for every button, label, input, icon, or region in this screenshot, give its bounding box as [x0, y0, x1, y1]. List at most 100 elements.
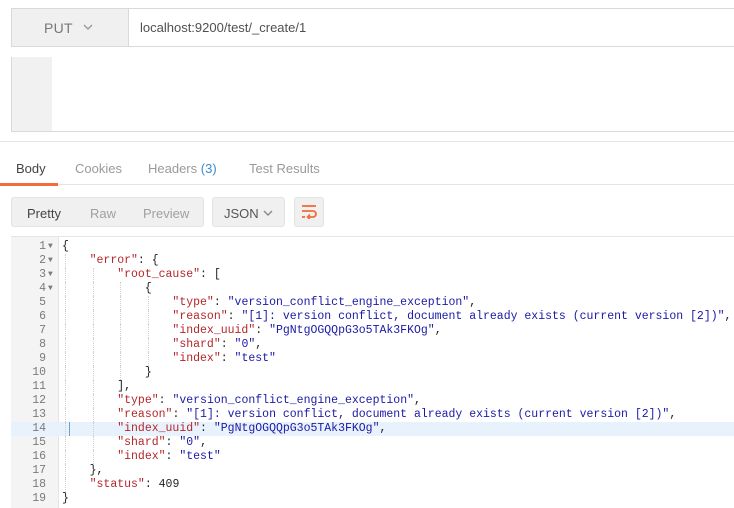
fold-toggle-icon[interactable]: ▼	[48, 240, 53, 254]
indent-guide	[65, 352, 66, 366]
code-text: "shard": "0",	[62, 436, 207, 450]
tab-body-label: Body	[16, 161, 46, 176]
json-punctuation: :	[165, 436, 180, 449]
indent-guide	[65, 436, 66, 450]
indent-guide	[92, 282, 94, 296]
code-text: "type": "version_conflict_engine_excepti…	[62, 296, 476, 310]
indent-guide	[65, 282, 66, 296]
line-number: 13	[32, 408, 46, 421]
tab-cookies[interactable]: Cookies	[75, 161, 122, 176]
line-number: 4	[39, 282, 46, 295]
line-number: 8	[39, 338, 46, 351]
indent-guide	[92, 380, 94, 394]
line-number: 10	[32, 366, 46, 379]
indent-guide	[92, 296, 94, 310]
line-number: 15	[32, 436, 46, 449]
code-line: 14 "index_uuid": "PgNtgOGQQpG3o5TAk3FKOg…	[11, 422, 734, 436]
indent-guide	[92, 436, 94, 450]
indent-guide	[92, 268, 94, 282]
tab-headers-label: Headers	[148, 161, 198, 176]
json-punctuation: :	[144, 478, 159, 491]
headers-count: (3)	[200, 161, 217, 176]
indent-guide	[92, 450, 94, 464]
view-mode-group: Pretty Raw Preview	[11, 197, 204, 227]
tab-test-results[interactable]: Test Results	[249, 161, 320, 176]
indent-guide	[65, 338, 66, 352]
json-key: "reason"	[117, 408, 173, 421]
json-punctuation: : [	[200, 268, 221, 281]
indent-guide	[120, 282, 122, 296]
json-key: "reason"	[172, 310, 228, 323]
code-line: 12 "type": "version_conflict_engine_exce…	[11, 394, 734, 408]
indent-guide	[92, 394, 94, 408]
line-number: 17	[32, 464, 46, 477]
code-text: },	[62, 464, 104, 478]
json-key: "type"	[172, 296, 214, 309]
code-text: "index_uuid": "PgNtgOGQQpG3o5TAk3FKOg",	[62, 422, 386, 436]
indent-guide	[92, 324, 94, 338]
format-select[interactable]: JSON	[212, 197, 285, 227]
json-string: "[1]: version conflict, document already…	[241, 310, 725, 323]
json-key: "type"	[117, 394, 159, 407]
indent-guide	[92, 408, 94, 422]
json-string: "0"	[179, 436, 201, 449]
indent-guide	[65, 296, 66, 310]
indent-guide	[65, 324, 66, 338]
json-punctuation: ,	[414, 394, 421, 407]
code-text: {	[62, 240, 69, 254]
wrap-lines-button[interactable]	[294, 197, 324, 227]
line-number: 2	[39, 254, 46, 267]
method-label: PUT	[44, 20, 73, 36]
json-punctuation: }	[62, 492, 69, 505]
json-punctuation: :	[255, 324, 270, 337]
json-string: "PgNtgOGQQpG3o5TAk3FKOg"	[269, 324, 435, 337]
response-body-viewer[interactable]: 1 ▼{2 ▼ "error": {3 ▼ "root_cause": [4 ▼ {5 …	[11, 236, 734, 508]
fold-toggle-icon[interactable]: ▼	[48, 254, 53, 268]
json-key: "shard"	[172, 338, 221, 351]
indent-guide	[120, 338, 122, 352]
json-punctuation: }	[144, 366, 152, 379]
tab-test-results-label: Test Results	[249, 161, 320, 176]
request-body-editor[interactable]	[11, 57, 734, 132]
line-number: 16	[32, 450, 46, 463]
url-input[interactable]: localhost:9200/test/_create/1	[140, 20, 306, 35]
view-raw-button[interactable]: Raw	[90, 206, 116, 221]
line-number: 1	[39, 240, 46, 253]
line-number: 5	[39, 296, 46, 309]
view-pretty-button[interactable]: Pretty	[27, 206, 61, 221]
line-number: 7	[39, 324, 46, 337]
json-punctuation: :	[213, 296, 228, 309]
json-punctuation: :	[220, 338, 235, 351]
indent-guide	[65, 254, 66, 268]
indent-guide	[65, 450, 66, 464]
code-text: "reason": "[1]: version conflict, docume…	[62, 310, 731, 324]
view-preview-button[interactable]: Preview	[143, 206, 189, 221]
fold-toggle-icon[interactable]: ▼	[48, 268, 53, 282]
tab-body[interactable]: Body	[16, 161, 46, 176]
request-bar: PUT localhost:9200/test/_create/1	[11, 8, 734, 47]
code-line: 18 "status": 409	[11, 478, 734, 492]
tab-headers[interactable]: Headers (3)	[148, 161, 217, 176]
code-line: 16 "index": "test"	[11, 450, 734, 464]
json-punctuation: :	[200, 422, 214, 435]
line-number: 3	[39, 268, 46, 281]
tab-cookies-label: Cookies	[75, 161, 122, 176]
indent-guide	[120, 366, 122, 380]
line-number: 6	[39, 310, 46, 323]
method-select[interactable]: PUT	[12, 9, 129, 46]
json-punctuation: ,	[724, 310, 732, 323]
json-key: "index"	[172, 352, 221, 365]
line-number: 19	[32, 492, 46, 505]
json-punctuation: ,	[669, 408, 677, 421]
code-line: 2 ▼ "error": {	[11, 254, 734, 268]
indent-guide	[65, 408, 66, 422]
code-text: "index": "test"	[62, 352, 276, 366]
line-number: 18	[32, 478, 46, 491]
json-punctuation: ,	[469, 296, 477, 309]
indent-guide	[147, 310, 149, 324]
code-text: "reason": "[1]: version conflict, docume…	[62, 408, 676, 422]
fold-toggle-icon[interactable]: ▼	[48, 282, 53, 296]
json-punctuation: ],	[117, 380, 132, 393]
json-punctuation: :	[158, 394, 173, 407]
line-number: 11	[32, 380, 46, 393]
